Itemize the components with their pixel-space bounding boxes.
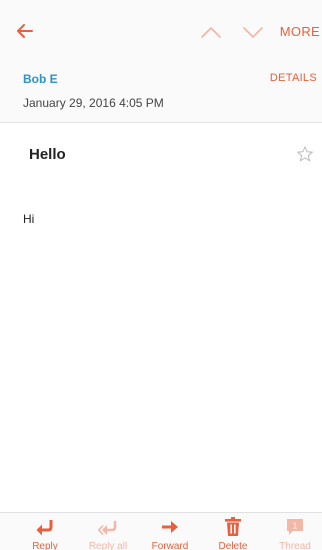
reply-all-icon xyxy=(98,521,117,536)
previous-email-chevron-up-icon[interactable] xyxy=(198,21,224,43)
reply-label: Reply xyxy=(32,541,58,550)
subject-row: Hello xyxy=(0,123,322,187)
reply-icon xyxy=(36,520,53,536)
star-icon[interactable] xyxy=(296,145,314,163)
trash-icon xyxy=(225,517,241,536)
thread-bubble-icon: 1 xyxy=(287,519,303,535)
sent-date: January 29, 2016 4:05 PM xyxy=(23,96,164,110)
next-email-chevron-down-icon[interactable] xyxy=(240,21,266,43)
back-arrow-icon[interactable] xyxy=(12,18,38,44)
top-action-bar: MORE xyxy=(0,0,322,63)
email-subject: Hello xyxy=(29,146,66,163)
thread-label: Thread xyxy=(279,541,311,550)
delete-label: Delete xyxy=(218,541,248,550)
reply-button[interactable]: Reply xyxy=(15,513,75,550)
forward-label: Forward xyxy=(151,541,189,550)
delete-button[interactable]: Delete xyxy=(203,513,263,550)
sender-name[interactable]: Bob E xyxy=(23,72,58,86)
thread-count: 1 xyxy=(293,522,298,531)
sender-header: Bob E DETAILS January 29, 2016 4:05 PM xyxy=(0,62,322,123)
details-button[interactable]: DETAILS xyxy=(270,72,317,84)
forward-arrow-icon xyxy=(162,521,178,533)
reply-all-label: Reply all xyxy=(88,541,128,550)
email-body: Hi xyxy=(23,212,35,226)
thread-button[interactable]: 1 Thread xyxy=(265,513,322,550)
reply-all-button[interactable]: Reply all xyxy=(78,513,138,550)
more-button[interactable]: MORE xyxy=(280,24,320,39)
bottom-toolbar: Reply Reply all Forward Delete 1 Thread xyxy=(0,512,322,550)
email-view-screen: MORE Bob E DETAILS January 29, 2016 4:05… xyxy=(0,0,322,550)
forward-button[interactable]: Forward xyxy=(140,513,200,550)
